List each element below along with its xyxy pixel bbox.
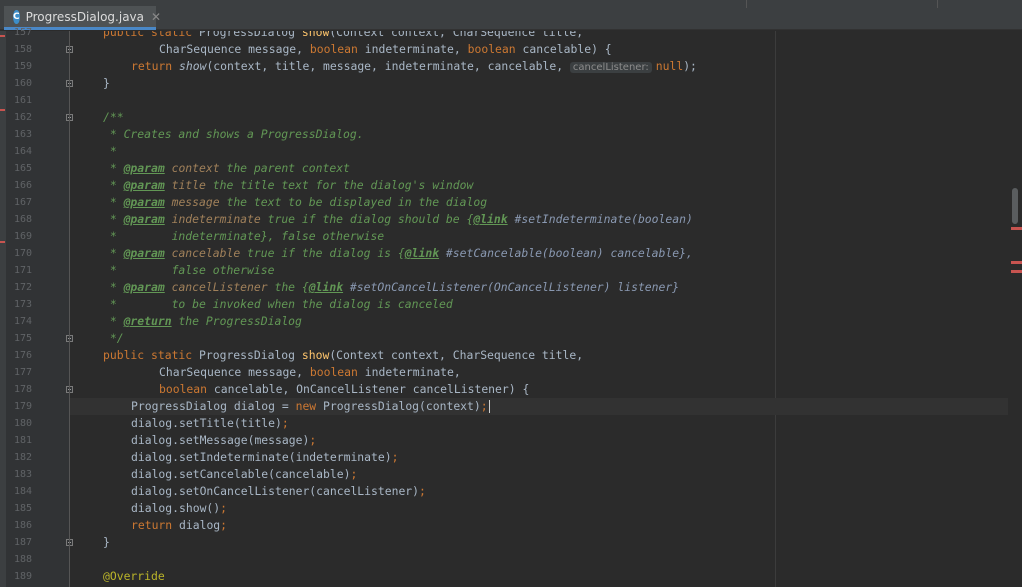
tabbar-divider: [937, 0, 938, 8]
code-line-189: @Override: [103, 569, 165, 583]
line-number: 188: [13, 554, 32, 565]
line-number: 165: [13, 163, 32, 174]
line-number-gutter: 157 158 159 160 161 162 163 164 165 166 …: [6, 27, 73, 587]
java-class-icon: C: [13, 9, 20, 24]
line-number: 180: [13, 418, 32, 429]
line-number: 167: [13, 197, 32, 208]
line-number: 173: [13, 299, 32, 310]
code-line-160: }: [103, 76, 110, 90]
code-line-165: * @param context the parent context: [103, 161, 350, 175]
code-line-181: dialog.setMessage(message);: [131, 433, 317, 447]
code-line-168: * @param indeterminate true if the dialo…: [103, 212, 693, 226]
line-number: 161: [13, 95, 32, 106]
code-line-164: *: [103, 144, 117, 158]
code-line-177: CharSequence message, boolean indetermin…: [159, 365, 461, 379]
line-number: 182: [13, 452, 32, 463]
line-number: 163: [13, 129, 32, 140]
close-icon[interactable]: ✕: [151, 10, 161, 24]
line-number: 170: [13, 248, 32, 259]
code-line-157: public static ProgressDialog show(Contex…: [103, 31, 584, 39]
code-line-180: dialog.setTitle(title);: [131, 416, 289, 430]
vertical-scrollbar[interactable]: [1008, 31, 1022, 587]
code-line-166: * @param title the title text for the di…: [103, 178, 474, 192]
line-number: 178: [13, 384, 32, 395]
tabbar-divider: [746, 0, 747, 8]
line-number: 176: [13, 350, 32, 361]
code-line-167: * @param message the text to be displaye…: [103, 195, 488, 209]
code-line-159: return show(context, title, message, ind…: [131, 59, 697, 73]
code-line-170: * @param cancelable true if the dialog i…: [103, 246, 693, 260]
line-number: 168: [13, 214, 32, 225]
line-number: 166: [13, 180, 32, 191]
code-line-179: ProgressDialog dialog = new ProgressDial…: [131, 399, 490, 413]
code-line-178: boolean cancelable, OnCancelListener can…: [159, 382, 530, 396]
code-line-175: */: [103, 331, 124, 345]
line-number: 177: [13, 367, 32, 378]
line-number: 179: [13, 401, 32, 412]
line-number: 157: [13, 27, 32, 38]
code-line-171: * false otherwise: [103, 263, 275, 277]
line-number: 181: [13, 435, 32, 446]
error-stripe-marker[interactable]: [1011, 227, 1022, 230]
code-line-182: dialog.setIndeterminate(indeterminate);: [131, 450, 399, 464]
line-number: 185: [13, 503, 32, 514]
line-number: 184: [13, 486, 32, 497]
line-number: 175: [13, 333, 32, 344]
code-line-163: * Creates and shows a ProgressDialog.: [103, 127, 364, 141]
code-line-173: * to be invoked when the dialog is cance…: [103, 297, 453, 311]
change-marker: [0, 35, 5, 37]
scrollbar-thumb[interactable]: [1012, 188, 1018, 224]
code-line-186: return dialog;: [131, 518, 228, 532]
error-stripe-marker[interactable]: [1011, 270, 1022, 273]
line-number: 158: [13, 44, 32, 55]
line-number: 186: [13, 520, 32, 531]
parameter-hint: cancelListener:: [569, 62, 652, 73]
code-line-172: * @param cancelListener the {@link #setO…: [103, 280, 680, 294]
editor-tab-bar: C ProgressDialog.java ✕: [0, 0, 1022, 30]
line-number: 172: [13, 282, 32, 293]
line-number: 169: [13, 231, 32, 242]
line-number: 162: [13, 112, 32, 123]
code-editor[interactable]: public static ProgressDialog show(Contex…: [70, 31, 1022, 587]
error-stripe-marker[interactable]: [1011, 261, 1022, 264]
line-number: 187: [13, 537, 32, 548]
code-line-176: public static ProgressDialog show(Contex…: [103, 348, 584, 362]
line-number: 171: [13, 265, 32, 276]
code-line-185: dialog.show();: [131, 501, 228, 515]
line-number: 159: [13, 61, 32, 72]
code-line-162: /**: [103, 110, 124, 124]
line-number: 160: [13, 78, 32, 89]
code-line-183: dialog.setCancelable(cancelable);: [131, 467, 358, 481]
line-number: 164: [13, 146, 32, 157]
change-marker: [0, 109, 5, 111]
line-number: 174: [13, 316, 32, 327]
change-marker: [0, 241, 5, 243]
code-line-158: CharSequence message, boolean indetermin…: [159, 42, 612, 56]
text-caret: [488, 400, 490, 413]
code-line-187: }: [103, 535, 110, 549]
code-line-169: * indeterminate}, false otherwise: [103, 229, 385, 243]
code-line-184: dialog.setOnCancelListener(cancelListene…: [131, 484, 426, 498]
tab-title: ProgressDialog.java: [25, 9, 144, 24]
line-number: 189: [13, 571, 32, 582]
code-line-174: * @return the ProgressDialog: [103, 314, 302, 328]
line-number: 183: [13, 469, 32, 480]
